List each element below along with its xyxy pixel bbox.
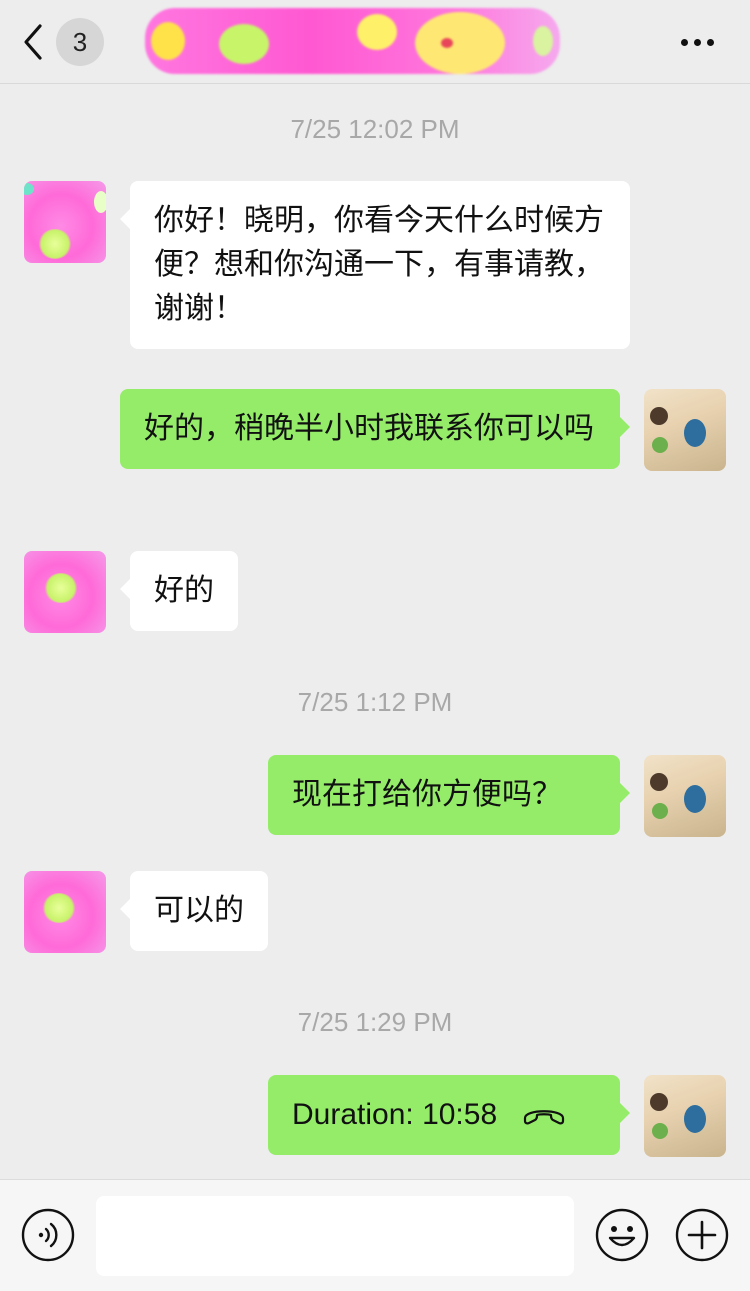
chevron-left-icon bbox=[24, 24, 42, 60]
message-input[interactable] bbox=[96, 1196, 574, 1276]
self-avatar[interactable] bbox=[644, 389, 726, 471]
contact-avatar[interactable] bbox=[24, 871, 106, 953]
call-record-message[interactable]: Duration: 10:58 bbox=[268, 1075, 630, 1155]
chat-title-redacted bbox=[145, 8, 560, 74]
more-dot bbox=[693, 38, 701, 46]
contact-avatar[interactable] bbox=[24, 551, 106, 633]
more-dot bbox=[706, 38, 714, 46]
emoji-button[interactable] bbox=[595, 1208, 649, 1262]
back-button[interactable]: 3 bbox=[18, 18, 118, 66]
input-bar bbox=[0, 1179, 750, 1291]
incoming-message[interactable]: 可以的 bbox=[120, 871, 268, 951]
phone-hangup-icon bbox=[524, 1110, 565, 1125]
message-list[interactable]: 7/25 12:02 PM 你好！晓明，你看今天什么时候方便？想和你沟通一下，有… bbox=[0, 84, 750, 1179]
self-avatar[interactable] bbox=[644, 1075, 726, 1157]
voice-icon bbox=[21, 1208, 75, 1262]
voice-input-button[interactable] bbox=[21, 1208, 75, 1262]
more-functions-button[interactable] bbox=[675, 1208, 729, 1262]
message-text: 现在打给你方便吗？ bbox=[292, 777, 562, 812]
outgoing-message[interactable]: 好的，稍晚半小时我联系你可以吗 bbox=[120, 389, 630, 469]
unread-count-badge: 3 bbox=[56, 18, 104, 66]
emoji-icon bbox=[595, 1208, 649, 1262]
message-text: 好的，稍晚半小时我联系你可以吗 bbox=[144, 411, 594, 446]
plus-icon bbox=[675, 1208, 729, 1262]
timestamp: 7/25 1:12 PM bbox=[297, 687, 453, 717]
message-text: 你好！晓明，你看今天什么时候方便？想和你沟通一下，有事请教，谢谢！ bbox=[154, 203, 604, 326]
self-avatar[interactable] bbox=[644, 755, 726, 837]
outgoing-message[interactable]: 现在打给你方便吗？ bbox=[268, 755, 630, 835]
call-duration: Duration: 10:58 bbox=[292, 1098, 498, 1131]
more-dot bbox=[680, 38, 688, 46]
message-text: 好的 bbox=[154, 573, 214, 608]
timestamp: 7/25 12:02 PM bbox=[290, 114, 460, 144]
contact-avatar[interactable] bbox=[24, 181, 106, 263]
message-text: 可以的 bbox=[154, 893, 244, 928]
chat-header: 3 bbox=[0, 0, 750, 84]
more-options-button[interactable] bbox=[674, 22, 720, 62]
incoming-message[interactable]: 你好！晓明，你看今天什么时候方便？想和你沟通一下，有事请教，谢谢！ bbox=[120, 181, 630, 349]
incoming-message[interactable]: 好的 bbox=[120, 551, 238, 631]
timestamp: 7/25 1:29 PM bbox=[297, 1007, 453, 1037]
